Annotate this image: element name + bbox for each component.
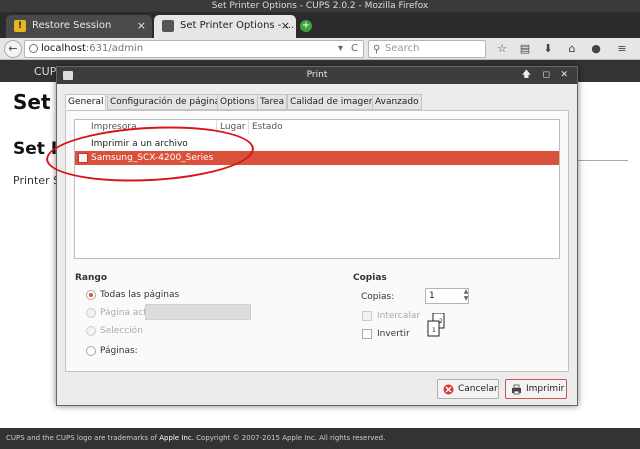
cancel-label: Cancelar	[458, 384, 498, 394]
url-path: :631/admin	[85, 43, 144, 54]
restore-icon[interactable]: ◻	[543, 67, 550, 84]
print-button[interactable]: Imprimir	[505, 379, 567, 399]
search-placeholder: Search	[385, 43, 420, 54]
tab-page-setup[interactable]: Configuración de página	[107, 94, 224, 110]
footer: CUPS and the CUPS logo are trademarks of…	[0, 428, 640, 449]
collate-pages-icon: 2 1	[427, 313, 445, 337]
page-title: Set	[13, 90, 51, 114]
footer-brand[interactable]: Apple Inc.	[159, 434, 194, 442]
maximize-arrow-icon[interactable]: 🡅	[522, 67, 531, 84]
radio-label: Selección	[100, 326, 143, 336]
radio-label: Páginas:	[100, 346, 138, 356]
radio-all-pages[interactable]: Todas las páginas	[86, 289, 179, 301]
reverse-checkbox[interactable]	[362, 329, 372, 339]
column-status[interactable]: Estado	[249, 120, 561, 134]
printer-text: Printer S	[13, 174, 61, 187]
cancel-button[interactable]: Cancelar	[437, 379, 499, 399]
close-tab-icon[interactable]: ×	[137, 15, 146, 37]
tab-options[interactable]: Options	[217, 94, 258, 110]
range-title: Rango	[75, 273, 108, 283]
tab-advanced[interactable]: Avanzado	[372, 94, 422, 110]
footer-text-before: CUPS and the CUPS logo are trademarks of	[6, 434, 160, 442]
nav-bar: ← localhost:631/admin ▾ C ⚲ Search ☆ ▤ ⬇…	[0, 38, 640, 60]
radio-dot	[86, 290, 96, 300]
url-host: localhost	[41, 43, 86, 54]
search-icon: ⚲	[373, 44, 381, 55]
reading-list-icon[interactable]: ▤	[517, 41, 533, 57]
download-icon[interactable]: ⬇	[540, 41, 556, 57]
menu-icon[interactable]: ≡	[614, 41, 630, 57]
chat-icon[interactable]: ●	[588, 41, 604, 57]
globe-icon	[29, 44, 38, 53]
cups-favicon-icon	[162, 20, 174, 32]
cups-label[interactable]: CUP	[34, 65, 56, 78]
footer-text-after: Copyright © 2007-2015 Apple Inc. All rig…	[193, 434, 386, 442]
dropdown-icon[interactable]: ▾	[338, 41, 343, 57]
new-tab-icon[interactable]: +	[300, 20, 312, 32]
collate-checkbox[interactable]	[362, 311, 372, 321]
cancel-icon	[443, 384, 454, 395]
tab-job[interactable]: Tarea	[257, 94, 288, 110]
radio-dot	[86, 346, 96, 356]
svg-text:1: 1	[432, 327, 436, 334]
url-bar[interactable]: localhost:631/admin ▾ C	[24, 40, 364, 58]
collate-label: Intercalar	[377, 311, 421, 321]
copies-label: Copias:	[361, 292, 395, 302]
window-title: Set Printer Options - CUPS 2.0.2 - Mozil…	[0, 0, 640, 12]
pages-range-input[interactable]	[145, 304, 251, 320]
copies-title: Copias	[353, 273, 387, 283]
radio-dot	[86, 326, 96, 336]
radio-selection[interactable]: Selección	[86, 325, 143, 337]
print-label: Imprimir	[526, 384, 565, 394]
warning-icon: !	[14, 20, 26, 32]
reload-icon[interactable]: C	[351, 41, 358, 57]
dialog-title: Print	[306, 70, 328, 80]
dialog-title-bar[interactable]: Print 🡅 ◻ ✕	[57, 67, 577, 84]
tab-strip: ! Restore Session × Set Printer Options …	[0, 12, 640, 38]
tab-restore-session[interactable]: ! Restore Session ×	[6, 15, 152, 38]
printer-icon	[512, 384, 521, 395]
radio-dot	[86, 308, 96, 318]
radio-label: Todas las páginas	[100, 290, 180, 300]
close-icon[interactable]: ✕	[560, 67, 568, 84]
tab-image-quality[interactable]: Calidad de imagen	[287, 94, 378, 110]
window-icon	[63, 71, 73, 80]
svg-text:2: 2	[439, 318, 443, 325]
close-tab-icon[interactable]: ×	[281, 15, 290, 37]
reverse-label: Invertir	[377, 329, 410, 339]
tab-label: Restore Session	[32, 20, 112, 31]
back-arrow-icon[interactable]: ←	[4, 40, 22, 58]
copies-spinner-icon[interactable]: ▲ ▼	[461, 288, 471, 304]
tab-set-printer-options[interactable]: Set Printer Options - ... ×	[154, 15, 296, 38]
search-input[interactable]: ⚲ Search	[368, 40, 486, 58]
tab-general[interactable]: General	[65, 94, 107, 110]
print-dialog: Print 🡅 ◻ ✕ General Configuración de pág…	[56, 66, 578, 406]
tab-label: Set Printer Options - ...	[180, 20, 295, 31]
radio-pages[interactable]: Páginas:	[86, 345, 138, 357]
home-icon[interactable]: ⌂	[564, 41, 580, 57]
bookmark-star-icon[interactable]: ☆	[494, 41, 510, 57]
